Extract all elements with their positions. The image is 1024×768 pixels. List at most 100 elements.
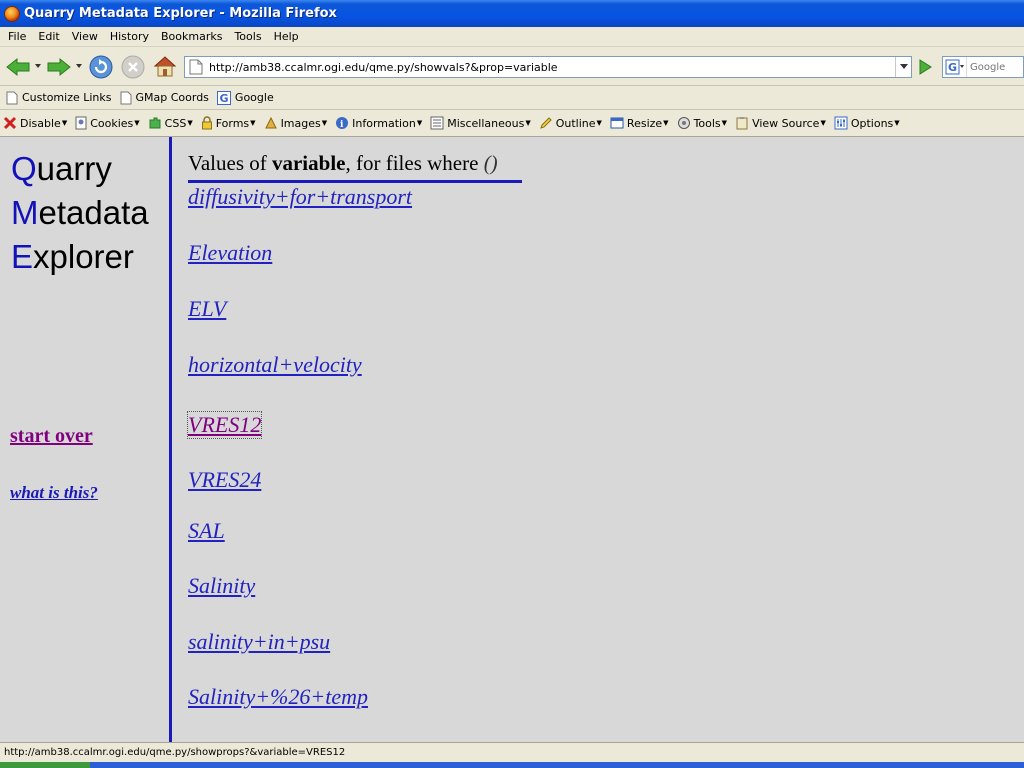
dev-menu-label: Outline [555,116,596,130]
heading-prefix: Values of [188,151,272,175]
page-icon [6,91,18,104]
url-bar[interactable] [184,56,912,78]
back-arrow-icon [6,57,30,77]
forward-history-dropdown-icon[interactable] [76,64,82,68]
status-bar: http://amb38.ccalmr.ogi.edu/qme.py/showp… [0,742,1024,762]
value-link-focused[interactable]: VRES12 [186,411,263,439]
menu-view[interactable]: View [66,30,104,43]
url-input[interactable] [209,60,895,74]
value-link[interactable]: Elevation [188,240,272,266]
dev-forms-menu[interactable]: Forms ▼ [201,116,256,130]
lock-icon [201,116,212,130]
dev-menu-label: View Source [752,116,820,130]
bookmark-label: GMap Coords [135,91,209,104]
reload-button[interactable] [89,55,113,79]
dev-menu-label: Forms [215,116,250,130]
svg-text:G: G [948,61,957,74]
dev-view-source-menu[interactable]: View Source ▼ [735,116,826,130]
value-link[interactable]: Salinity [188,573,255,599]
dev-menu-label: Images [280,116,321,130]
value-link[interactable]: horizontal+velocity [188,352,362,378]
what-is-this-link[interactable]: what is this? [10,483,98,503]
url-dropdown-icon[interactable] [895,57,911,77]
navigation-toolbar: G [0,47,1024,86]
forward-button[interactable] [45,56,73,78]
page-icon [189,59,203,75]
options-icon [834,116,848,130]
app-logo: Quarry Metadata Explorer [11,147,149,279]
bookmark-gmap-coords[interactable]: GMap Coords [120,91,209,105]
heading-property: variable [271,151,346,175]
dev-miscellaneous-menu[interactable]: Miscellaneous ▼ [430,116,531,130]
gear-icon [677,117,690,129]
menu-tools[interactable]: Tools [228,30,267,43]
home-button[interactable] [153,54,177,78]
logo-text: uarry [36,150,112,187]
logo-cap: E [11,238,34,275]
bookmark-label: Customize Links [22,91,112,104]
bookmark-label: Google [234,91,274,104]
dev-resize-menu[interactable]: Resize ▼ [610,116,669,130]
dev-options-menu[interactable]: Options ▼ [834,116,900,130]
list-icon [430,116,444,130]
bookmark-google[interactable]: G Google [216,90,274,105]
value-link[interactable]: Salinity+%26+temp [188,684,368,710]
menu-help[interactable]: Help [268,30,305,43]
value-link[interactable]: VRES24 [188,467,261,493]
heading-middle: , for files where [345,151,484,175]
menu-bar: File Edit View History Bookmarks Tools H… [0,27,1024,47]
status-text: http://amb38.ccalmr.ogi.edu/qme.py/showp… [4,747,346,758]
logo-text: etadata [38,194,149,231]
menu-history[interactable]: History [104,30,155,43]
dev-cookies-menu[interactable]: Cookies ▼ [75,116,140,130]
window-titlebar: Quarry Metadata Explorer - Mozilla Firef… [0,0,1024,27]
firefox-logo-icon [4,5,20,22]
go-button[interactable] [914,56,936,78]
menu-file[interactable]: File [2,30,32,43]
back-history-dropdown-icon[interactable] [35,64,41,68]
value-link[interactable]: ELV [188,296,226,322]
pencil-icon [539,117,552,129]
dev-menu-label: Information [352,116,416,130]
search-bar[interactable]: G [942,56,1024,78]
heading-condition: () [483,151,498,175]
dev-menu-label: Miscellaneous [447,116,525,130]
bookmark-customize-links[interactable]: Customize Links [6,91,112,105]
stop-icon [121,55,145,79]
window-title: Quarry Metadata Explorer - Mozilla Firef… [24,6,337,21]
resize-window-icon [610,117,624,129]
web-developer-toolbar: Disable ▼ Cookies ▼ CSS ▼ Forms ▼ Images ▼ i … [0,110,1024,137]
search-input[interactable] [967,61,1019,73]
dev-disable-menu[interactable]: Disable ▼ [3,116,67,130]
bookmarks-toolbar: Customize Links GMap Coords G Google [0,86,1024,110]
dev-menu-label: Options [850,116,894,130]
taskbar-strip [0,762,1024,768]
dev-css-menu[interactable]: CSS ▼ [148,116,193,130]
svg-text:i: i [340,120,344,130]
dev-menu-label: Tools [693,116,721,130]
dev-menu-label: CSS [164,116,187,130]
dev-outline-menu[interactable]: Outline ▼ [539,116,602,130]
menu-edit[interactable]: Edit [32,30,65,43]
red-x-icon [3,116,17,130]
clipboard-icon [736,117,748,130]
dev-images-menu[interactable]: Images ▼ [264,116,327,130]
dev-information-menu[interactable]: i Information ▼ [335,116,422,130]
google-engine-icon[interactable]: G [943,57,967,77]
value-link[interactable]: SAL [188,518,225,544]
dev-menu-label: Cookies [90,116,134,130]
dev-menu-label: Disable [20,116,61,130]
page-content: Quarry Metadata Explorer start over what… [0,137,1024,742]
forward-arrow-icon [47,57,71,77]
page-heading: Values of variable, for files where () [188,151,522,183]
go-arrow-icon [919,59,932,75]
back-button[interactable] [4,56,32,78]
stop-button[interactable] [121,55,145,79]
start-over-link[interactable]: start over [10,425,93,448]
page-icon [120,91,131,104]
value-link[interactable]: diffusivity+for+transport [188,184,412,210]
menu-bookmarks[interactable]: Bookmarks [155,30,228,43]
value-link[interactable]: salinity+in+psu [188,629,330,655]
cookie-icon [75,116,87,130]
dev-tools-menu[interactable]: Tools ▼ [677,116,727,130]
